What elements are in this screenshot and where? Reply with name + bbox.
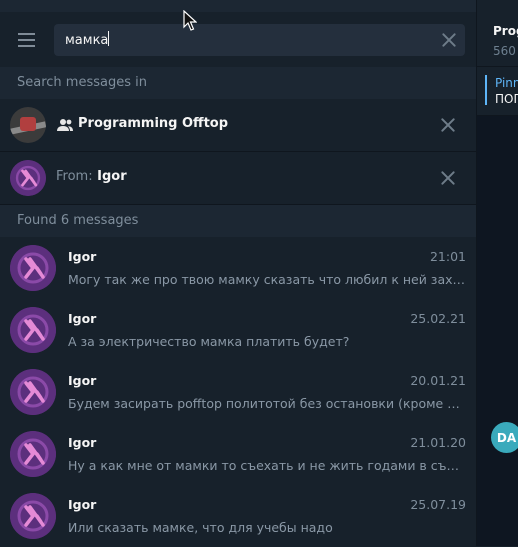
message-preview: Могу так же про твою мамку сказать что л… (68, 272, 466, 287)
chat-avatar (10, 107, 46, 143)
chat-title: Prog (493, 24, 518, 38)
top-strip (0, 0, 476, 12)
chat-filter-row[interactable]: Programming Offtop (0, 99, 476, 152)
message-result[interactable]: Igor 21.01.20 Ну а как мне от мамки то съе… (0, 423, 476, 485)
message-date: 25.07.19 (410, 497, 466, 512)
message-date: 21:01 (429, 249, 466, 264)
haskell-logo-icon (10, 160, 46, 196)
haskell-logo-icon (10, 307, 56, 353)
mouse-cursor-icon (183, 10, 197, 31)
message-preview: Или сказать мамке, что для учебы надо (68, 520, 333, 535)
message-date: 20.01.21 (410, 373, 466, 388)
chat-panel: Prog 560 Pinn ПОГ DA (477, 0, 518, 546)
sender-avatar (10, 160, 46, 196)
sender-name: Igor (68, 435, 97, 450)
pinned-label: Pinn (495, 76, 518, 90)
avatar (10, 493, 56, 539)
from-label: From: (56, 169, 93, 184)
message-result[interactable]: Igor 25.07.19 Или сказать мамке, что для у… (0, 485, 476, 547)
avatar (10, 307, 56, 353)
found-header: Found 6 messages (0, 205, 476, 237)
message-preview: Будем засирать pofftop политотой без ост… (68, 396, 466, 411)
remove-chat-filter-icon[interactable] (440, 117, 456, 133)
remove-sender-filter-icon[interactable] (440, 170, 456, 186)
haskell-logo-icon (10, 245, 56, 291)
pinned-text: ПОГ (495, 92, 518, 106)
menu-icon (18, 33, 35, 35)
search-field[interactable]: мамка (54, 24, 465, 56)
pinned-message-bar[interactable]: Pinn ПОГ (477, 67, 518, 116)
sender-name: Igor (68, 373, 97, 388)
message-date: 21.01.20 (410, 435, 466, 450)
clear-search-icon[interactable] (441, 32, 457, 48)
avatar (10, 431, 56, 477)
message-result[interactable]: Igor 20.01.21 Будем засирать pofftop полит… (0, 361, 476, 423)
message-date: 25.02.21 (410, 311, 466, 326)
sender-name: Igor (68, 249, 97, 264)
sender-filter-row[interactable]: From: Igor (0, 152, 476, 205)
chat-subtitle: 560 (493, 44, 516, 58)
chat-filter-name: Programming Offtop (78, 116, 229, 131)
search-panel: мамка Search messages in Programming Off… (0, 0, 476, 546)
search-in-header: Search messages in (0, 67, 476, 99)
menu-button[interactable] (14, 28, 38, 52)
sender-name: Igor (68, 497, 97, 512)
message-result[interactable]: Igor 25.02.21 А за электричество мамка пла… (0, 299, 476, 361)
sender-name: Igor (68, 311, 97, 326)
search-input[interactable]: мамка (65, 33, 108, 48)
message-preview: Ну а как мне от мамки то съехать и не жи… (68, 458, 466, 473)
haskell-logo-icon (10, 369, 56, 415)
sender-filter-name: Igor (97, 169, 127, 184)
message-preview: А за электричество мамка платить будет? (68, 334, 350, 349)
group-icon (57, 119, 73, 131)
chat-header[interactable]: Prog 560 (477, 0, 518, 67)
avatar (10, 369, 56, 415)
avatar[interactable]: DA (491, 422, 518, 453)
haskell-logo-icon (10, 493, 56, 539)
avatar (10, 245, 56, 291)
message-result[interactable]: Igor 21:01 Могу так же про твою мамку сказ… (0, 237, 476, 299)
haskell-logo-icon (10, 431, 56, 477)
